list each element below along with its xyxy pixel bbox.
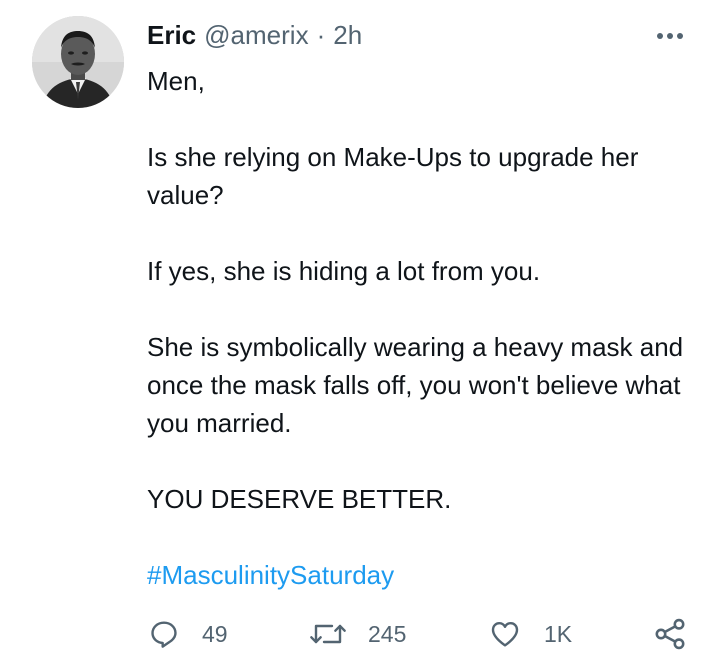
tweet-header: Eric @amerix · 2h xyxy=(147,18,362,52)
tweet-paragraph: Men, xyxy=(147,66,205,96)
retweet-count: 245 xyxy=(368,620,407,647)
like-button[interactable]: 1K xyxy=(488,612,572,656)
hashtag-link[interactable]: #MasculinitySaturday xyxy=(147,560,394,590)
tweet-paragraph: Is she relying on Make-Ups to upgrade he… xyxy=(147,142,639,210)
reply-count: 49 xyxy=(202,620,228,647)
tweet-body: Men, Is she relying on Make-Ups to upgra… xyxy=(147,62,692,594)
reply-icon xyxy=(151,621,177,648)
avatar[interactable] xyxy=(32,16,124,108)
tweet-paragraph: If yes, she is hiding a lot from you. xyxy=(147,256,541,286)
author-name[interactable]: Eric xyxy=(147,20,196,51)
reply-button[interactable]: 49 xyxy=(148,612,228,656)
more-options-button[interactable] xyxy=(652,24,688,48)
share-icon xyxy=(655,618,685,650)
author-handle[interactable]: @amerix xyxy=(204,20,308,51)
header-separator: · xyxy=(316,19,326,50)
retweet-icon xyxy=(310,624,346,644)
more-horizontal-icon xyxy=(657,33,683,39)
tweet-paragraph: YOU DESERVE BETTER. xyxy=(147,484,452,514)
tweet-actions: 49 245 1K xyxy=(0,612,720,656)
share-button[interactable] xyxy=(652,612,688,656)
avatar-photo xyxy=(32,16,124,108)
retweet-button[interactable]: 245 xyxy=(308,612,406,656)
like-count: 1K xyxy=(544,620,573,647)
heart-icon xyxy=(491,622,519,647)
tweet-paragraph: She is symbolically wearing a heavy mask… xyxy=(147,332,684,438)
tweet-timestamp[interactable]: 2h xyxy=(333,20,362,51)
